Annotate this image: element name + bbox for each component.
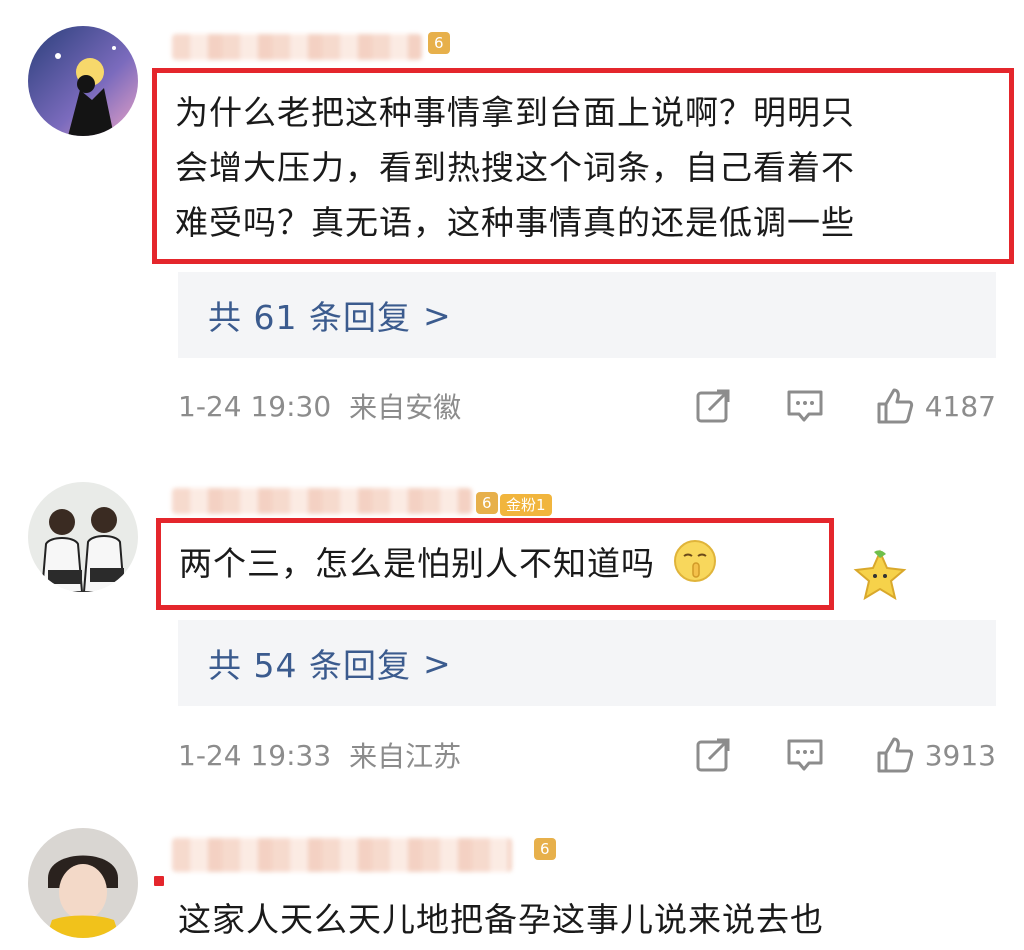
chevron-right-icon: > — [422, 295, 452, 335]
share-icon[interactable] — [693, 386, 733, 426]
username-blurred[interactable] — [172, 838, 512, 872]
comment-actions: 4187 — [693, 386, 996, 426]
chevron-right-icon: > — [422, 643, 452, 683]
replies-link[interactable]: 共 61 条回复 > — [178, 272, 996, 358]
vip-badge: 6 — [428, 32, 450, 54]
avatar[interactable] — [28, 482, 138, 592]
comment-icon[interactable] — [785, 735, 825, 775]
vip-badge: 6 — [476, 492, 498, 514]
red-marker — [154, 876, 164, 886]
comment-meta: 1-24 19:30 来自安徽 4187 — [178, 386, 996, 426]
avatar[interactable] — [28, 26, 138, 136]
timestamp: 1-24 19:33 — [178, 738, 332, 772]
comment-icon[interactable] — [785, 386, 825, 426]
username-blurred[interactable] — [172, 488, 472, 514]
timestamp: 1-24 19:30 — [178, 389, 332, 423]
star-fruit-sticker-icon — [853, 549, 907, 601]
location: 来自安徽 — [349, 391, 462, 424]
like-count: 3913 — [924, 738, 996, 772]
share-icon[interactable] — [693, 735, 733, 775]
comment-meta: 1-24 19:33 来自江苏 3913 — [178, 735, 996, 775]
fan-badge: 金粉1 — [500, 494, 552, 516]
comment-actions: 3913 — [693, 735, 996, 775]
vip-level: 6 — [434, 34, 444, 52]
shush-emoji-icon — [673, 540, 716, 582]
thumbs-up-icon[interactable] — [875, 386, 915, 426]
replies-link[interactable]: 共 54 条回复 > — [178, 620, 996, 706]
comment-text-line: 为什么老把这种事情拿到台面上说啊？明明只 — [175, 93, 855, 132]
comment-text-line: 会增大压力，看到热搜这个词条，自己看着不 — [175, 148, 855, 187]
vip-level: 6 — [482, 494, 492, 512]
avatar[interactable] — [28, 828, 138, 938]
like-count: 4187 — [924, 389, 996, 423]
comment-text-box: 为什么老把这种事情拿到台面上说啊？明明只 会增大压力，看到热搜这个词条，自己看着… — [152, 68, 1014, 264]
vip-badge: 6 — [534, 838, 556, 860]
username-blurred[interactable] — [172, 34, 422, 60]
thumbs-up-icon[interactable] — [875, 735, 915, 775]
comment-text: 两个三，怎么是怕别人不知道吗 — [179, 544, 655, 583]
replies-count-label: 共 61 条回复 — [208, 298, 411, 337]
comment-text: 这家人天么天儿地把备孕这事儿说来说去也 — [178, 900, 824, 939]
vip-level: 6 — [540, 840, 550, 858]
comment-text-box: 两个三，怎么是怕别人不知道吗 — [156, 518, 834, 610]
location: 来自江苏 — [349, 740, 462, 773]
replies-count-label: 共 54 条回复 — [208, 646, 411, 685]
comment-text-line: 难受吗？真无语，这种事情真的还是低调一些 — [175, 203, 855, 242]
fan-badge-label: 金粉1 — [506, 496, 546, 514]
